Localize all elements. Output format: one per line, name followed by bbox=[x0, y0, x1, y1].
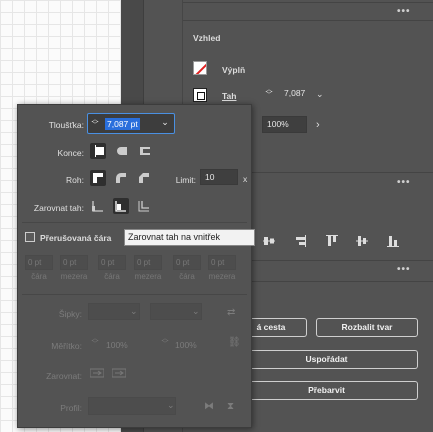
projecting-cap-icon bbox=[140, 147, 150, 155]
tooltip: Zarovnat tah na vnitřek bbox=[124, 229, 255, 246]
profile-select[interactable] bbox=[88, 397, 176, 415]
fill-label[interactable]: Výplň bbox=[222, 65, 245, 75]
dash-field-3: 0 pt čára bbox=[173, 255, 201, 285]
limit-label: Limit: bbox=[175, 175, 196, 185]
gap-field-1: 0 pt mezera bbox=[60, 255, 88, 285]
chevron-down-icon[interactable]: ⌄ bbox=[130, 306, 138, 317]
limit-unit: x bbox=[243, 174, 248, 184]
arrow-tip-end-icon[interactable] bbox=[112, 367, 126, 379]
dash-field-2: 0 pt čára bbox=[98, 255, 126, 285]
align-stroke-center-button[interactable] bbox=[90, 198, 106, 214]
weight-stepper-icon[interactable]: ︿ ﹀ bbox=[90, 116, 100, 129]
gap-field-2: 0 pt mezera bbox=[134, 255, 162, 285]
more-options-icon[interactable]: ••• bbox=[397, 6, 411, 17]
swap-arrows-icon[interactable]: ⇄ bbox=[227, 307, 235, 318]
align-stroke-outside-icon bbox=[138, 201, 149, 212]
arrows-label: Šipky: bbox=[58, 309, 82, 319]
align-stroke-outside-button[interactable] bbox=[136, 198, 152, 214]
scale-stepper-icon[interactable]: ︿ ﹀ bbox=[160, 335, 170, 348]
expand-shape-button[interactable]: Rozbalit tvar bbox=[316, 318, 418, 337]
round-join-icon bbox=[116, 173, 126, 183]
dashed-line-label[interactable]: Přerušovaná čára bbox=[40, 233, 111, 243]
chevron-down-icon[interactable]: ⌄ bbox=[167, 400, 175, 411]
miter-join-icon bbox=[93, 173, 103, 183]
align-bottom-icon[interactable] bbox=[387, 235, 399, 247]
stroke-swatch[interactable] bbox=[193, 88, 207, 102]
limit-field[interactable]: 10 bbox=[200, 169, 238, 185]
opacity-field[interactable]: 100% bbox=[262, 116, 307, 133]
arrange-button[interactable]: Uspořádat bbox=[236, 350, 418, 369]
profile-label: Profil: bbox=[60, 403, 82, 413]
link-scale-icon[interactable]: ⛓ bbox=[228, 337, 241, 348]
weight-label: Tloušťka: bbox=[48, 120, 84, 130]
weight-value[interactable]: 7,087 pt bbox=[105, 118, 140, 130]
flip-along-icon[interactable]: ⧓ bbox=[204, 401, 214, 412]
gap-field-3: 0 pt mezera bbox=[208, 255, 236, 285]
align-right-icon[interactable] bbox=[294, 235, 306, 247]
stroke-stepper-icon[interactable]: ︿ ﹀ bbox=[264, 86, 274, 99]
round-cap-button[interactable] bbox=[113, 143, 129, 159]
recolor-button[interactable]: Přebarvit bbox=[236, 381, 418, 400]
round-cap-icon bbox=[117, 147, 127, 155]
align-stroke-inside-button[interactable] bbox=[113, 198, 129, 214]
chevron-down-icon[interactable]: ⌄ bbox=[158, 117, 172, 130]
align-middle-icon[interactable] bbox=[356, 235, 368, 247]
scale-stepper-icon[interactable]: ︿ ﹀ bbox=[90, 335, 100, 348]
chevron-down-icon[interactable]: ⌄ bbox=[316, 89, 324, 100]
bevel-join-icon bbox=[139, 173, 149, 183]
dashed-line-checkbox[interactable] bbox=[25, 232, 35, 242]
weight-field[interactable]: ︿ ﹀ 7,087 pt ⌄ bbox=[87, 113, 175, 134]
popup-divider bbox=[22, 294, 247, 295]
butt-cap-icon bbox=[95, 145, 104, 157]
align-stroke-inside-icon bbox=[115, 201, 126, 212]
align-top-icon[interactable] bbox=[326, 235, 338, 247]
appearance-title: Vzhled bbox=[193, 33, 221, 43]
round-join-button[interactable] bbox=[113, 170, 129, 186]
section-divider bbox=[183, 2, 433, 3]
start-scale-value[interactable]: 100% bbox=[106, 340, 128, 350]
caps-label: Konce: bbox=[57, 148, 84, 158]
section-divider bbox=[252, 172, 433, 173]
stroke-weight-field[interactable]: 7,087 bbox=[280, 86, 312, 102]
corner-label: Roh: bbox=[66, 175, 84, 185]
section-divider bbox=[252, 281, 433, 282]
fill-swatch[interactable] bbox=[193, 61, 207, 75]
section-divider bbox=[252, 260, 433, 261]
align-stroke-center-icon bbox=[92, 201, 103, 212]
stroke-label[interactable]: Tah bbox=[222, 91, 236, 101]
align-arrows-label: Zarovnat: bbox=[46, 371, 82, 381]
stroke-options-popup: Tloušťka: ︿ ﹀ 7,087 pt ⌄ Konce: Roh: Limi… bbox=[17, 104, 252, 428]
popup-divider bbox=[22, 222, 247, 223]
bevel-join-button[interactable] bbox=[136, 170, 152, 186]
flip-across-icon[interactable]: ⧗ bbox=[227, 401, 234, 412]
miter-join-button[interactable] bbox=[90, 170, 106, 186]
chevron-down-icon[interactable]: ⌄ bbox=[192, 306, 200, 317]
projecting-cap-button[interactable] bbox=[136, 143, 152, 159]
align-vertical-center-icon[interactable] bbox=[263, 235, 275, 247]
arrow-tip-beyond-icon[interactable] bbox=[90, 367, 104, 379]
section-divider bbox=[183, 20, 433, 21]
end-scale-value[interactable]: 100% bbox=[175, 340, 197, 350]
align-stroke-label: Zarovnat tah: bbox=[33, 203, 84, 213]
chevron-right-icon[interactable]: › bbox=[316, 119, 320, 131]
more-options-icon[interactable]: ••• bbox=[397, 264, 411, 275]
more-options-icon[interactable]: ••• bbox=[397, 177, 411, 188]
dash-field-1: 0 pt čára bbox=[25, 255, 53, 285]
scale-label: Měřítko: bbox=[51, 341, 82, 351]
butt-cap-button[interactable] bbox=[90, 143, 106, 159]
